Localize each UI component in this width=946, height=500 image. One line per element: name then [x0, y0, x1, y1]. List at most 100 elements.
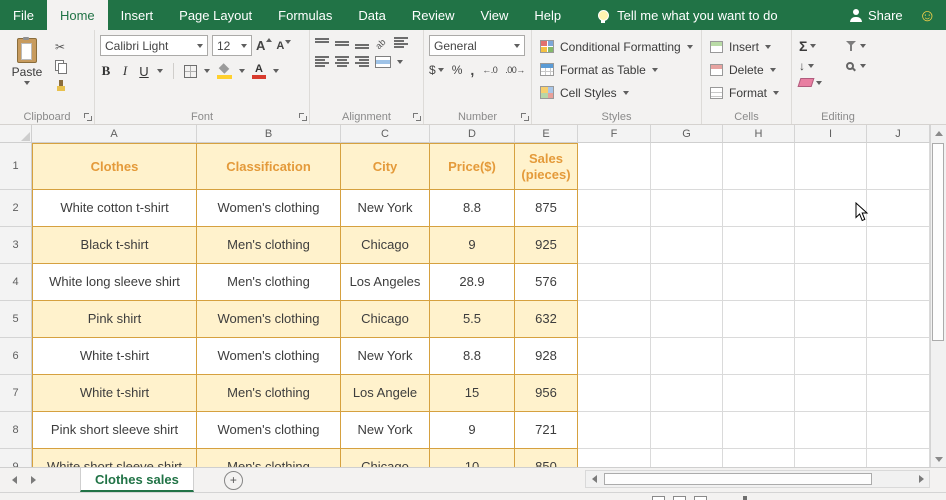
- bold-button[interactable]: B: [100, 63, 112, 79]
- cell-E3[interactable]: 925: [515, 227, 578, 264]
- row-header-9[interactable]: 9: [0, 449, 32, 467]
- paste-button[interactable]: Paste: [5, 35, 49, 93]
- dropdown-icon[interactable]: [859, 64, 866, 68]
- ribbon-tab-review[interactable]: Review: [399, 0, 468, 30]
- ribbon-tab-file[interactable]: File: [0, 0, 47, 30]
- cell-A6[interactable]: White t-shirt: [32, 338, 197, 375]
- ribbon-tab-formulas[interactable]: Formulas: [265, 0, 345, 30]
- cell-B2[interactable]: Women's clothing: [197, 190, 341, 227]
- ribbon-tab-home[interactable]: Home: [46, 0, 108, 30]
- column-header-J[interactable]: J: [867, 125, 930, 143]
- zoom-slider-thumb[interactable]: [743, 496, 747, 500]
- column-header-F[interactable]: F: [578, 125, 651, 143]
- share-button[interactable]: Share: [849, 8, 903, 23]
- cell-B5[interactable]: Women's clothing: [197, 301, 341, 338]
- cell-E4[interactable]: 576: [515, 264, 578, 301]
- dropdown-icon[interactable]: [859, 44, 866, 48]
- comma-style-button[interactable]: ,: [470, 63, 474, 77]
- decrease-font-size-button[interactable]: A: [276, 39, 292, 52]
- select-all-corner[interactable]: [0, 125, 32, 143]
- sheet-nav-next-icon[interactable]: [31, 476, 36, 484]
- cell-D8[interactable]: 9: [430, 412, 515, 449]
- scroll-right-button[interactable]: [913, 471, 929, 487]
- cell-G7[interactable]: [651, 375, 723, 412]
- cell-B6[interactable]: Women's clothing: [197, 338, 341, 375]
- cell-E9[interactable]: 850: [515, 449, 578, 467]
- underline-button[interactable]: U: [138, 64, 150, 79]
- sheet-nav-prev-icon[interactable]: [12, 476, 17, 484]
- cell-D1[interactable]: Price($): [430, 143, 515, 190]
- cell-B1[interactable]: Classification: [197, 143, 341, 190]
- cell-D4[interactable]: 28.9: [430, 264, 515, 301]
- cell-B7[interactable]: Men's clothing: [197, 375, 341, 412]
- dropdown-icon[interactable]: [437, 68, 444, 72]
- column-header-C[interactable]: C: [341, 125, 430, 143]
- cell-F3[interactable]: [578, 227, 651, 264]
- cell-C5[interactable]: Chicago: [341, 301, 430, 338]
- cell-I7[interactable]: [795, 375, 867, 412]
- cell-G2[interactable]: [651, 190, 723, 227]
- orientation-button[interactable]: ab: [373, 35, 389, 51]
- column-header-B[interactable]: B: [197, 125, 341, 143]
- ribbon-tab-page-layout[interactable]: Page Layout: [166, 0, 265, 30]
- fill-color-icon[interactable]: [217, 64, 232, 79]
- cell-B3[interactable]: Men's clothing: [197, 227, 341, 264]
- cell-H9[interactable]: [723, 449, 795, 467]
- cell-J9[interactable]: [867, 449, 930, 467]
- normal-view-icon[interactable]: [652, 496, 665, 500]
- ribbon-tab-data[interactable]: Data: [345, 0, 398, 30]
- ribbon-tab-insert[interactable]: Insert: [108, 0, 167, 30]
- top-align-button[interactable]: [315, 37, 329, 49]
- cell-styles-button[interactable]: Cell Styles: [537, 81, 696, 104]
- dropdown-icon[interactable]: [241, 43, 247, 48]
- cell-F1[interactable]: [578, 143, 651, 190]
- ribbon-tab-help[interactable]: Help: [521, 0, 574, 30]
- find-select-button[interactable]: [845, 60, 878, 72]
- cell-H7[interactable]: [723, 375, 795, 412]
- column-header-A[interactable]: A: [32, 125, 197, 143]
- cell-G4[interactable]: [651, 264, 723, 301]
- cell-D7[interactable]: 15: [430, 375, 515, 412]
- row-header-7[interactable]: 7: [0, 375, 32, 412]
- middle-align-button[interactable]: [335, 37, 349, 49]
- cell-J8[interactable]: [867, 412, 930, 449]
- clear-button[interactable]: [797, 78, 834, 87]
- cell-G5[interactable]: [651, 301, 723, 338]
- cell-C9[interactable]: Chicago: [341, 449, 430, 467]
- column-header-H[interactable]: H: [723, 125, 795, 143]
- insert-cells-button[interactable]: Insert: [707, 35, 786, 58]
- bottom-align-button[interactable]: [355, 37, 369, 49]
- feedback-smiley-icon[interactable]: ☺: [919, 7, 936, 24]
- font-name-combo[interactable]: Calibri Light: [100, 35, 208, 56]
- scroll-down-button[interactable]: [931, 451, 946, 467]
- cell-F7[interactable]: [578, 375, 651, 412]
- cell-F9[interactable]: [578, 449, 651, 467]
- cell-D3[interactable]: 9: [430, 227, 515, 264]
- cell-J5[interactable]: [867, 301, 930, 338]
- number-format-combo[interactable]: General: [429, 35, 525, 56]
- cell-C4[interactable]: Los Angeles: [341, 264, 430, 301]
- format-painter-icon[interactable]: [55, 80, 67, 93]
- cell-I3[interactable]: [795, 227, 867, 264]
- cell-A7[interactable]: White t-shirt: [32, 375, 197, 412]
- cell-A9[interactable]: White short sleeve shirt: [32, 449, 197, 467]
- accounting-format-button[interactable]: $: [429, 63, 444, 77]
- dropdown-icon[interactable]: [810, 44, 817, 48]
- cell-F4[interactable]: [578, 264, 651, 301]
- cell-A2[interactable]: White cotton t-shirt: [32, 190, 197, 227]
- cell-G1[interactable]: [651, 143, 723, 190]
- cell-E7[interactable]: 956: [515, 375, 578, 412]
- cell-G6[interactable]: [651, 338, 723, 375]
- dropdown-icon[interactable]: [816, 80, 822, 85]
- row-header-6[interactable]: 6: [0, 338, 32, 375]
- increase-font-size-button[interactable]: A: [256, 38, 273, 53]
- cell-E6[interactable]: 928: [515, 338, 578, 375]
- cell-H8[interactable]: [723, 412, 795, 449]
- row-header-3[interactable]: 3: [0, 227, 32, 264]
- cell-A5[interactable]: Pink shirt: [32, 301, 197, 338]
- cell-A8[interactable]: Pink short sleeve shirt: [32, 412, 197, 449]
- percent-style-button[interactable]: %: [452, 63, 463, 77]
- cell-C6[interactable]: New York: [341, 338, 430, 375]
- dropdown-icon[interactable]: [197, 43, 203, 48]
- borders-dropdown-icon[interactable]: [204, 69, 210, 73]
